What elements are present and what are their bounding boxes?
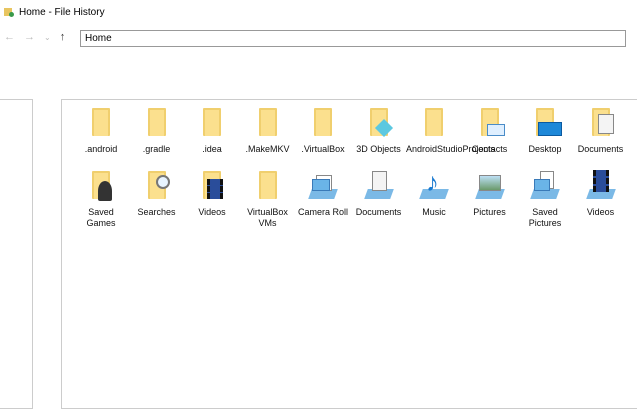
folder-icon (195, 106, 229, 140)
pictures-library-icon (473, 169, 507, 203)
folder-icon (251, 169, 285, 203)
searches-folder-icon (140, 169, 174, 203)
file-item[interactable]: .gradle (129, 106, 185, 155)
navigation-pane (0, 99, 33, 409)
file-item[interactable]: Camera Roll (295, 169, 351, 218)
file-item[interactable]: ♪ Music (406, 169, 462, 218)
folder-icon (251, 106, 285, 140)
music-library-icon: ♪ (417, 169, 451, 203)
file-item-label: Desktop (528, 144, 562, 154)
file-item-label: Saved Games (86, 207, 116, 228)
file-item[interactable]: .android (73, 106, 129, 155)
camera-roll-library-icon (306, 169, 340, 203)
file-item-label: VirtualBox VMs (247, 207, 288, 228)
3d-objects-folder-icon (362, 106, 396, 140)
videos-library-icon (584, 169, 618, 203)
file-item-label: Videos (586, 207, 615, 217)
file-item[interactable]: Documents (573, 106, 629, 155)
up-button[interactable]: ↑ (60, 31, 66, 43)
file-item[interactable]: Searches (129, 169, 185, 218)
file-item-label: .gradle (142, 144, 171, 154)
file-item-label: Camera Roll (297, 207, 348, 217)
forward-button[interactable]: → (24, 31, 35, 43)
file-item-label: .VirtualBox (301, 144, 345, 154)
contacts-folder-icon (473, 106, 507, 140)
file-item[interactable]: Documents (351, 169, 407, 218)
file-item-label: Documents (577, 144, 624, 154)
file-item-label: .idea (202, 144, 222, 154)
file-item[interactable]: Contacts (462, 106, 518, 155)
file-item[interactable]: .VirtualBox (295, 106, 351, 155)
saved-pictures-library-icon (528, 169, 562, 203)
file-item-label: Documents (355, 207, 402, 217)
folder-icon (306, 106, 340, 140)
file-item-label: Music (422, 207, 446, 217)
saved-games-folder-icon (84, 169, 118, 203)
address-bar[interactable]: Home (80, 30, 626, 47)
title-bar: Home - File History (4, 4, 105, 20)
desktop-folder-icon (528, 106, 562, 140)
documents-folder-icon (584, 106, 618, 140)
documents-library-icon (362, 169, 396, 203)
file-item-label: Searches (137, 207, 176, 217)
file-item-label: Pictures (473, 207, 506, 217)
file-view: .android .gradle .idea .MakeMKV .VirtualBox 3… (61, 99, 637, 409)
file-item-label: .MakeMKV (245, 144, 290, 154)
file-item-label: .android (84, 144, 118, 154)
file-item-label: Contacts (471, 144, 508, 154)
file-history-icon (4, 7, 14, 17)
file-item[interactable]: VirtualBox VMs (240, 169, 296, 229)
folder-icon (140, 106, 174, 140)
file-item-label: Videos (198, 207, 226, 217)
folder-icon (417, 106, 451, 140)
file-item-label: AndroidStudioProjects (406, 144, 496, 154)
navigation-bar: ← → ⌄ ↑ (4, 31, 65, 43)
file-item[interactable]: Saved Pictures (517, 169, 573, 229)
file-item[interactable]: 3D Objects (351, 106, 407, 155)
file-item[interactable]: AndroidStudioProjects (406, 106, 496, 155)
file-item[interactable]: Pictures (462, 169, 518, 218)
file-item[interactable]: Desktop (517, 106, 573, 155)
file-item[interactable]: .MakeMKV (240, 106, 296, 155)
folder-icon (84, 106, 118, 140)
file-item[interactable]: Videos (184, 169, 240, 218)
file-item-label: 3D Objects (356, 144, 401, 154)
back-button[interactable]: ← (4, 31, 15, 43)
recent-locations-button[interactable]: ⌄ (44, 33, 51, 42)
file-item[interactable]: Saved Games (73, 169, 129, 229)
videos-folder-icon (195, 169, 229, 203)
file-item[interactable]: Videos (573, 169, 629, 218)
file-item-label: Saved Pictures (528, 207, 562, 228)
window-title: Home - File History (19, 6, 105, 18)
file-item[interactable]: .idea (184, 106, 240, 155)
